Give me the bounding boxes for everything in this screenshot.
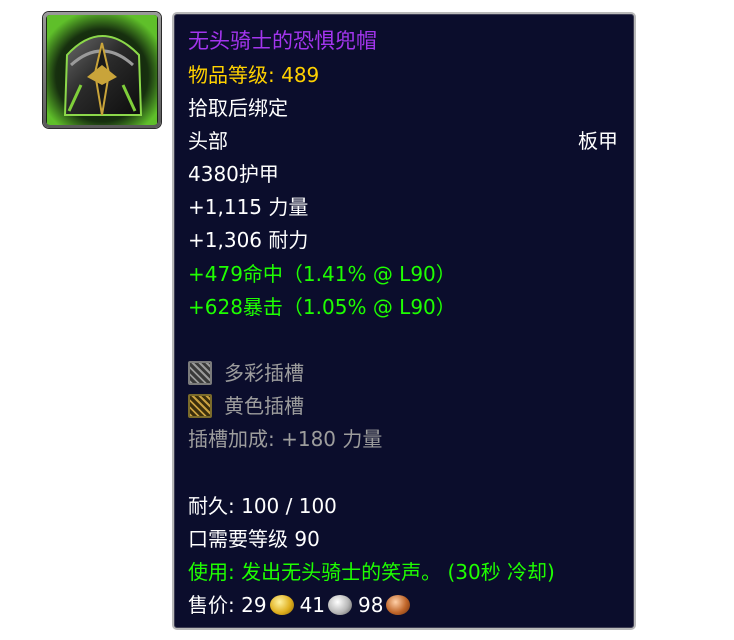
prismatic-socket-icon	[188, 361, 212, 385]
tooltip-stage: 无头骑士的恐惧兜帽 物品等级: 489 拾取后绑定 头部 板甲 4380护甲 +…	[0, 0, 734, 640]
sell-price: 售价: 29 41 98	[188, 590, 618, 620]
binding-text: 拾取后绑定	[188, 96, 288, 120]
item-level: 物品等级: 489	[188, 63, 320, 87]
socket-bonus: 插槽加成: +180 力量	[188, 427, 383, 451]
yellow-socket-icon	[188, 394, 212, 418]
copper-coin-icon	[386, 595, 411, 615]
durability: 耐久: 100 / 100	[188, 494, 337, 518]
copper-amount: 98	[358, 593, 384, 617]
item-icon-frame[interactable]	[43, 12, 161, 128]
item-name: 无头骑士的恐惧兜帽	[188, 29, 377, 53]
silver-amount: 41	[299, 593, 326, 617]
armor-type-label: 板甲	[578, 129, 618, 153]
gold-amount: 29	[241, 593, 267, 617]
gold-coin-icon	[269, 595, 294, 615]
stat-crit: +628暴击（1.05% @ L90）	[188, 295, 456, 319]
socket-yellow-label: 黄色插槽	[224, 394, 304, 418]
slot-row: 头部 板甲	[188, 126, 618, 156]
stat-strength: +1,115 力量	[188, 195, 309, 219]
dark-plate-helm-icon	[46, 15, 158, 125]
item-tooltip: 无头骑士的恐惧兜帽 物品等级: 489 拾取后绑定 头部 板甲 4380护甲 +…	[172, 12, 636, 630]
helm-icon-graphic	[47, 15, 157, 125]
socket-prismatic-label: 多彩插槽	[224, 361, 304, 385]
socket-yellow: 黄色插槽	[188, 391, 618, 421]
sell-price-label: 售价:	[188, 593, 242, 617]
required-level: 口需要等级 90	[188, 527, 320, 551]
use-effect: 使用: 发出无头骑士的笑声。 (30秒 冷却)	[188, 560, 555, 584]
armor-value: 4380护甲	[188, 162, 279, 186]
socket-prismatic: 多彩插槽	[188, 358, 618, 388]
silver-coin-icon	[328, 595, 353, 615]
stat-hit: +479命中（1.41% @ L90）	[188, 262, 456, 286]
stat-stamina: +1,306 耐力	[188, 228, 309, 252]
slot-label: 头部	[188, 129, 228, 153]
